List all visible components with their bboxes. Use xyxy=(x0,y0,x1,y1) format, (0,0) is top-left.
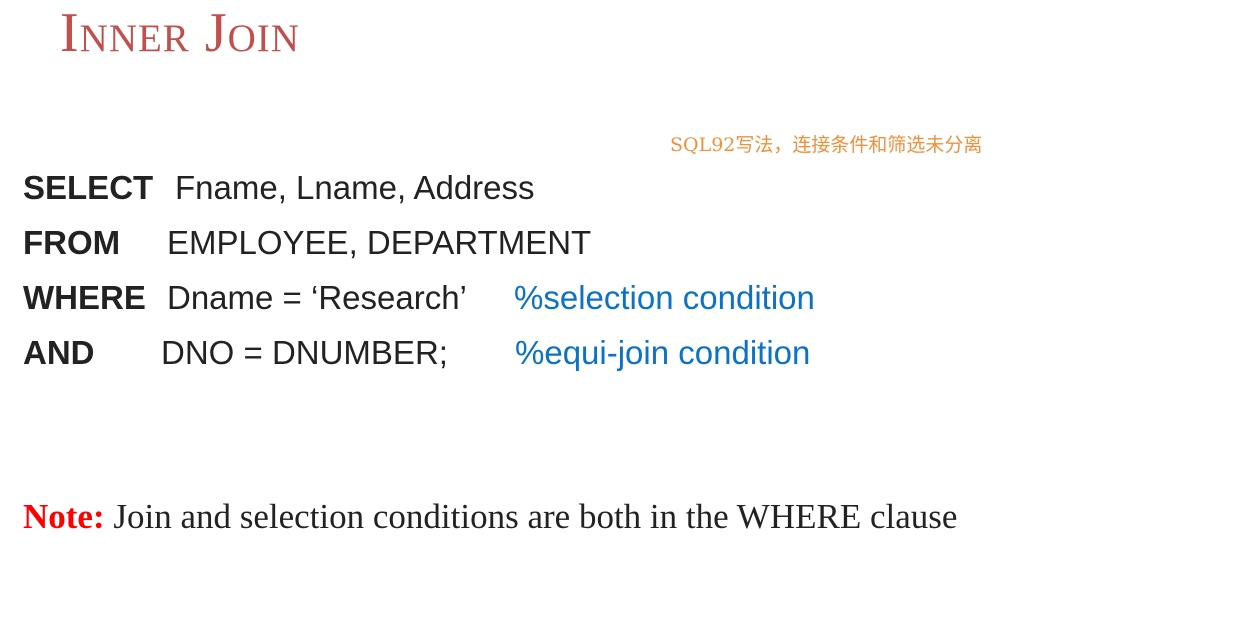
note-label: Note: xyxy=(23,497,105,536)
sql-comment-selection: %selection condition xyxy=(514,279,815,316)
sql-comment-join: %equi-join condition xyxy=(515,334,811,371)
sql-select-columns: Fname, Lname, Address xyxy=(175,169,535,206)
sql-query-block: SELECT Fname, Lname, Address FROM EMPLOY… xyxy=(23,165,815,385)
annotation-note: SQL92写法，连接条件和筛选未分离 xyxy=(670,134,983,156)
sql-line-select: SELECT Fname, Lname, Address xyxy=(23,165,535,220)
sql-where-condition: Dname = ‘Research’ xyxy=(167,279,467,316)
sql-line-from: FROM EMPLOYEE, DEPARTMENT xyxy=(23,220,591,275)
sql-from-tables: EMPLOYEE, DEPARTMENT xyxy=(167,224,592,261)
note-text: Join and selection conditions are both i… xyxy=(113,497,958,536)
sql-keyword-select: SELECT xyxy=(23,169,154,206)
slide-title: Inner Join xyxy=(60,2,300,64)
note-line: Note: Join and selection conditions are … xyxy=(23,497,957,537)
sql-line-where: WHERE Dname = ‘Research’ %selection cond… xyxy=(23,275,815,330)
sql-keyword-where: WHERE xyxy=(23,279,146,316)
sql-line-and: AND DNO = DNUMBER; %equi-join condition xyxy=(23,330,810,385)
sql-keyword-and: AND xyxy=(23,334,95,371)
sql-and-condition: DNO = DNUMBER; xyxy=(161,334,448,371)
sql-keyword-from: FROM xyxy=(23,224,121,261)
